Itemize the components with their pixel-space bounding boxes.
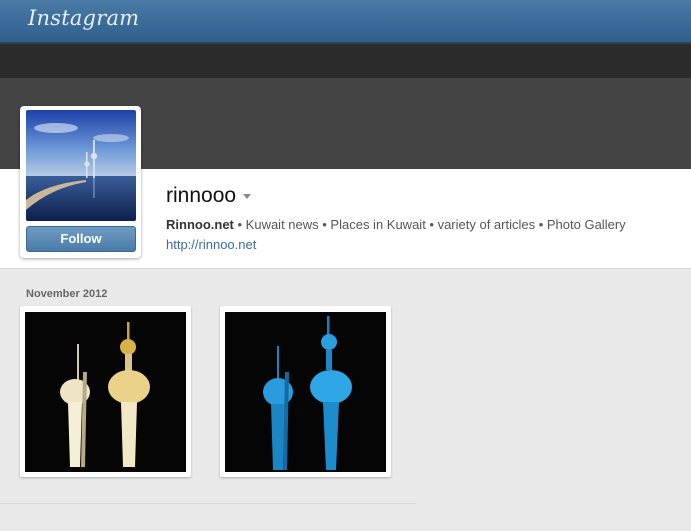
month-label: November 2012 xyxy=(26,288,108,300)
profile-bio: Rinnoo.net • Kuwait news • Places in Kuw… xyxy=(166,217,626,232)
profile-username: rinnooo xyxy=(166,184,237,207)
photo-tile[interactable] xyxy=(20,306,191,477)
photo-tile[interactable] xyxy=(220,306,391,477)
photo-image[interactable] xyxy=(225,312,386,472)
profile-website-link[interactable]: http://rinnoo.net xyxy=(166,237,256,252)
sub-navigation-bar xyxy=(0,43,691,78)
username-area[interactable]: rinnooo xyxy=(166,184,252,208)
avatar[interactable] xyxy=(26,110,136,221)
photo-image[interactable] xyxy=(25,312,186,472)
feed-divider xyxy=(0,503,416,504)
kuwait-towers-gold-image xyxy=(25,312,186,472)
bio-text: • Kuwait news • Places in Kuwait • varie… xyxy=(233,217,626,232)
top-navigation-bar: Instagram xyxy=(0,0,691,43)
chevron-down-icon[interactable] xyxy=(243,193,252,199)
kuwait-towers-blue-image xyxy=(225,312,386,472)
instagram-logo[interactable]: Instagram xyxy=(28,6,139,30)
kuwait-towers-day-image xyxy=(26,110,136,221)
follow-button[interactable]: Follow xyxy=(26,226,136,252)
bio-name: Rinnoo.net xyxy=(166,217,234,232)
profile-avatar-card: Follow xyxy=(20,106,141,258)
